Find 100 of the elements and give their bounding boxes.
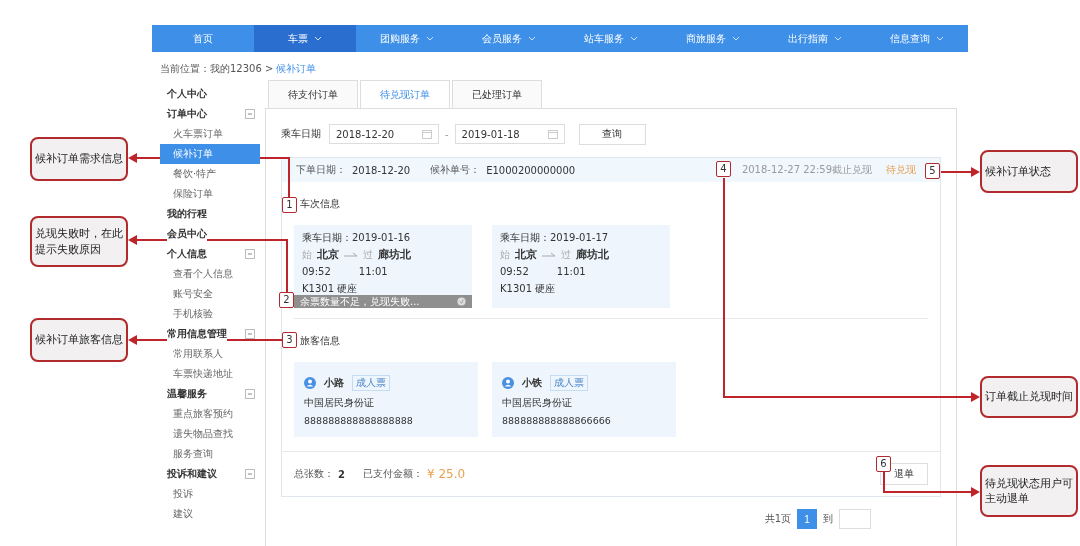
station-name: 北京 [317, 247, 339, 262]
callout-note: 候补订单旅客信息 [30, 318, 128, 362]
sidebar-item[interactable]: 遗失物品查找 [160, 424, 260, 444]
sidebar-item[interactable]: 重点旅客预约 [160, 404, 260, 424]
page-input[interactable] [839, 509, 871, 529]
callout-note: 待兑现状态用户可主动退单 [980, 465, 1078, 517]
sidebar-item[interactable]: 餐饮·特产 [160, 164, 260, 184]
callout-note: 候补订单需求信息 [30, 137, 128, 181]
user-icon [502, 377, 514, 389]
nav-item[interactable]: 出行指南 [764, 25, 866, 52]
nav-item[interactable]: 车票 [254, 25, 356, 52]
passenger-name: 小路 [324, 376, 344, 390]
sidebar-heading[interactable]: 常用信息管理 [167, 327, 227, 341]
sidebar-item[interactable]: 保险订单 [160, 184, 260, 204]
count-label: 总张数： [294, 467, 334, 481]
tab[interactable]: 已处理订单 [452, 80, 542, 108]
order-date-label: 下单日期： [296, 163, 346, 177]
nav-item[interactable]: 商旅服务 [662, 25, 764, 52]
sidebar-item[interactable]: 手机核验 [160, 304, 260, 324]
sidebar-heading[interactable]: 温馨服务 [167, 387, 207, 401]
collapse-icon[interactable] [245, 329, 255, 339]
train-seat: K1301 硬座 [500, 280, 662, 294]
collapse-icon[interactable] [245, 389, 255, 399]
page-total: 共1页 [764, 512, 791, 526]
sidebar-item[interactable]: 候补订单 [160, 144, 260, 164]
tab[interactable]: 待兑现订单 [360, 80, 450, 108]
station-tag: 过 [561, 247, 571, 262]
order-number-label: 候补单号： [430, 163, 481, 177]
ticket-type-tag: 成人票 [550, 375, 588, 391]
sidebar-heading[interactable]: 我的行程 [167, 207, 207, 221]
station-tag: 过 [363, 247, 373, 262]
order-status: 待兑现 [886, 163, 916, 177]
deadline-text: 2018-12-27 22:59截止兑现 [741, 163, 872, 177]
step-number: 2 [279, 292, 294, 308]
sidebar-item[interactable]: 投诉 [160, 484, 260, 504]
paid-label: 已支付金额： [362, 467, 423, 481]
collapse-icon[interactable] [245, 469, 255, 479]
id-type: 中国居民身份证 [304, 396, 375, 410]
calendar-icon [547, 129, 558, 139]
breadcrumb-link[interactable]: 候补订单 [276, 62, 317, 76]
sidebar-heading[interactable]: 会员中心 [167, 227, 207, 241]
query-button[interactable]: 查询 [578, 123, 646, 145]
ticket-type-tag: 成人票 [352, 375, 390, 391]
sidebar-item[interactable]: 常用联系人 [160, 344, 260, 364]
tab[interactable]: 待支付订单 [268, 80, 358, 108]
order-number: E1000200000000 [486, 164, 576, 176]
sidebar-item[interactable]: 火车票订单 [160, 124, 260, 144]
departure-time: 09:52 [500, 266, 529, 277]
page-button[interactable]: 1 [797, 509, 817, 529]
sidebar-heading[interactable]: 个人中心 [167, 87, 207, 101]
station-name: 廊坊北 [576, 247, 609, 262]
station-name: 廊坊北 [378, 247, 411, 262]
station-tag: 始 [500, 247, 510, 262]
callout-note: 兑现失败时，在此提示失败原因 [30, 216, 128, 267]
id-number: 888888888888888888 [304, 414, 414, 428]
goto-label: 到 [823, 512, 833, 526]
sidebar-item[interactable]: 服务查询 [160, 444, 260, 464]
paid-amount: ¥ 25.0 [426, 467, 466, 481]
arrival-time: 11:01 [358, 266, 388, 277]
sidebar-item[interactable]: 车票快递地址 [160, 364, 260, 384]
travel-date: 乘车日期：2019-01-16 [302, 231, 412, 245]
station-name: 北京 [515, 247, 537, 262]
collapse-icon[interactable] [245, 249, 255, 259]
nav-item[interactable]: 站车服务 [560, 25, 662, 52]
sidebar-item[interactable]: 账号安全 [160, 284, 260, 304]
callout-note: 订单截止兑现时间 [980, 376, 1078, 418]
sidebar-item[interactable]: 建议 [160, 504, 260, 524]
callout-note: 候补订单状态 [980, 150, 1078, 193]
station-tag: 始 [302, 247, 312, 262]
step-number: 6 [876, 456, 891, 472]
date-field[interactable]: 2018-12-20 [329, 124, 439, 144]
travel-date: 乘车日期：2019-01-17 [500, 231, 610, 245]
collapse-icon[interactable] [245, 109, 255, 119]
passenger-name: 小铁 [522, 376, 542, 390]
step-number: 4 [716, 161, 731, 177]
nav-item[interactable]: 会员服务 [458, 25, 560, 52]
nav-item[interactable]: 首页 [152, 25, 254, 52]
section-title: 旅客信息 [300, 334, 340, 348]
sidebar-heading[interactable]: 投诉和建议 [167, 467, 217, 481]
step-number: 1 [282, 197, 297, 213]
train-seat: K1301 硬座 [302, 280, 464, 294]
date-separator: - [445, 128, 449, 140]
id-type: 中国居民身份证 [502, 396, 573, 410]
failure-text: 余票数量不足，兑现失败... [300, 294, 420, 309]
date-field[interactable]: 2019-01-18 [454, 124, 565, 144]
filter-label: 乘车日期 [281, 127, 321, 141]
departure-time: 09:52 [302, 266, 331, 277]
id-number: 888888888888866666 [502, 414, 612, 428]
sidebar-item[interactable]: 查看个人信息 [160, 264, 260, 284]
order-date: 2018-12-20 [352, 164, 411, 176]
user-icon [304, 377, 316, 389]
step-number: 5 [925, 163, 940, 179]
sidebar-heading[interactable]: 订单中心 [167, 107, 207, 121]
nav-item[interactable]: 团购服务 [356, 25, 458, 52]
breadcrumb-text: 当前位置：我的12306 > [160, 62, 274, 76]
nav-item[interactable]: 信息查询 [866, 25, 968, 52]
arrival-time: 11:01 [556, 266, 586, 277]
step-number: 3 [282, 332, 297, 348]
ticket-count: 2 [338, 468, 345, 480]
sidebar-heading[interactable]: 个人信息 [167, 247, 207, 261]
